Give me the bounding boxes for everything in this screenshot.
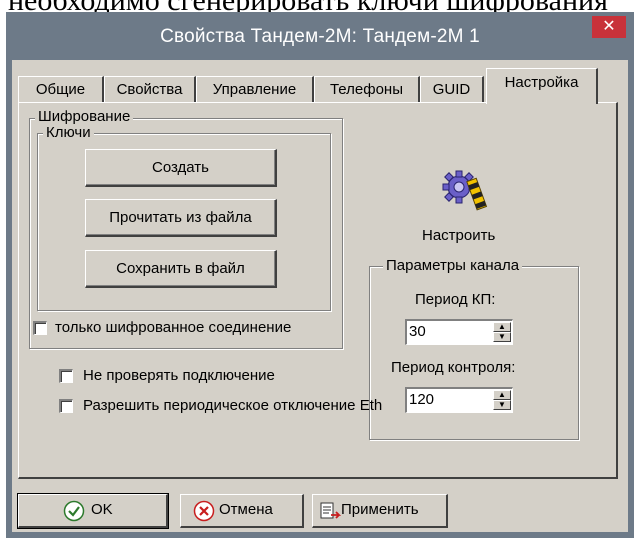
save-to-file-button[interactable]: Сохранить в файл [85,250,277,288]
cancel-button[interactable]: Отмена [180,494,304,528]
period-kp-spin-buttons[interactable]: ▲ ▼ [493,322,511,342]
create-keys-button-label: Создать [151,159,209,176]
tab-phones[interactable]: Телефоны [314,76,420,102]
settings-tab-panel: Шифрование Ключи Создать Прочитать из фа… [18,102,618,479]
no-check-connection-label: Не проверять подключение [83,367,275,384]
period-kp-input[interactable] [409,323,479,340]
spin-down-icon[interactable]: ▼ [493,400,511,410]
tab-management[interactable]: Управление [196,76,314,102]
period-kp-spinbox[interactable]: ▲ ▼ [405,319,513,345]
cancel-button-label: Отмена [219,501,273,518]
period-kp-label: Период КП: [415,291,496,308]
cancel-x-icon [193,500,215,533]
tab-properties[interactable]: Свойства [104,76,196,102]
spin-up-icon[interactable]: ▲ [493,390,511,400]
spin-down-icon[interactable]: ▼ [493,332,511,342]
period-control-spinbox[interactable]: ▲ ▼ [405,387,513,413]
dialog-client-area: Общие Свойства Управление Телефоны GUID … [12,60,628,532]
close-icon: ✕ [602,18,616,35]
apply-document-icon [319,501,342,534]
close-button[interactable]: ✕ [592,16,626,38]
apply-button[interactable]: Применить [312,494,448,528]
create-keys-button[interactable]: Создать [85,149,277,187]
tab-settings[interactable]: Настройка [486,68,598,104]
period-control-label: Период контроля: [391,359,516,376]
channel-params-group-label: Параметры канала [383,258,523,274]
allow-eth-disconnect-label: Разрешить периодическое отключение Eth [83,397,383,414]
allow-eth-disconnect-checkbox[interactable] [59,399,73,413]
tab-guid[interactable]: GUID [420,76,484,102]
apply-button-label: Применить [341,501,419,518]
gear-pencil-icon[interactable] [439,165,489,213]
ok-button-label: OK [91,501,113,518]
period-control-spin-buttons[interactable]: ▲ ▼ [493,390,511,410]
read-from-file-button-label: Прочитать из файла [109,209,252,226]
period-control-input[interactable] [409,391,479,408]
properties-dialog: Свойства Тандем-2М: Тандем-2М 1 ✕ Общие … [6,12,634,538]
no-check-connection-checkbox[interactable] [59,369,73,383]
spin-up-icon[interactable]: ▲ [493,322,511,332]
tab-label: Управление [212,81,297,98]
tab-label: Телефоны [329,81,403,98]
configure-label: Настроить [422,227,496,244]
encryption-group-label: Шифрование [35,109,134,125]
ok-check-icon [63,500,85,533]
tab-label: GUID [432,81,471,98]
keys-group-label: Ключи [43,125,94,141]
ok-button[interactable]: OK [17,493,169,529]
read-from-file-button[interactable]: Прочитать из файла [85,199,277,237]
only-encrypted-label: только шифрованное соединение [55,319,292,336]
tab-label: Общие [35,81,86,98]
only-encrypted-checkbox[interactable] [33,321,47,335]
save-to-file-button-label: Сохранить в файл [116,260,245,277]
tab-general[interactable]: Общие [18,76,104,102]
tab-label: Настройка [504,74,579,91]
window-title: Свойства Тандем-2М: Тандем-2М 1 [160,26,480,47]
title-bar[interactable]: Свойства Тандем-2М: Тандем-2М 1 ✕ [6,12,634,60]
tab-label: Свойства [116,81,183,98]
